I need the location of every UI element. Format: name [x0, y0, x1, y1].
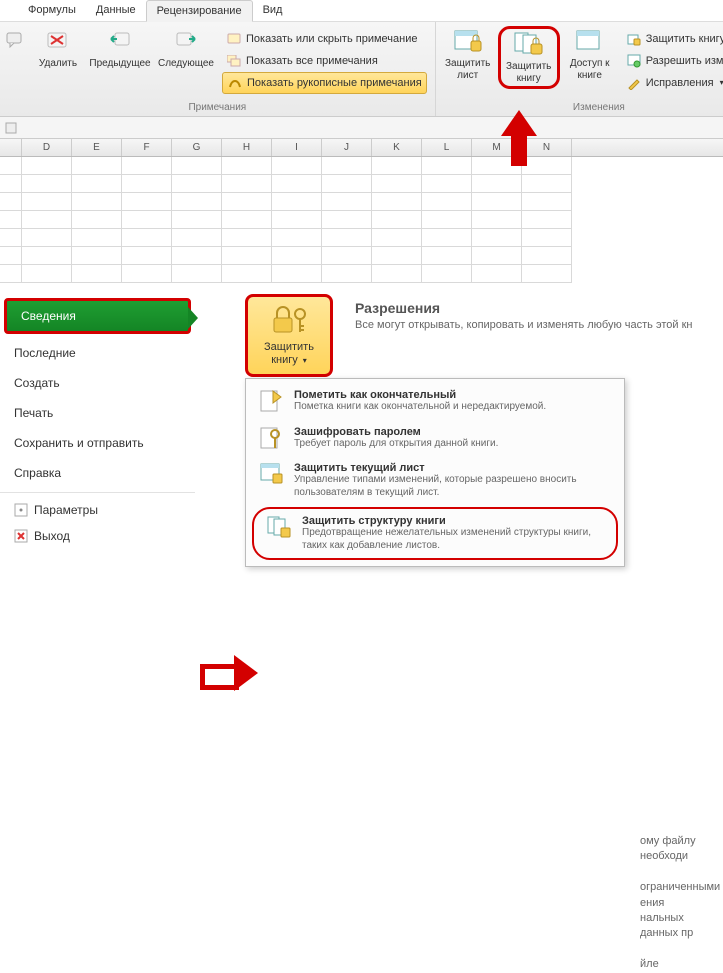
show-all-notes[interactable]: Показать все примечания: [222, 50, 382, 72]
col-header[interactable]: I: [272, 139, 322, 156]
bs-tab-info[interactable]: Сведения: [4, 298, 191, 334]
group-changes-title: Изменения: [442, 100, 723, 116]
permissions-title: Разрешения: [355, 300, 723, 316]
column-headers: D E F G H I J K L M N: [0, 139, 723, 157]
tab-formulas[interactable]: Формулы: [18, 0, 86, 21]
ribbon: Удалить Предыдущее Следующее Показать ил…: [0, 22, 723, 117]
exit-icon: [14, 529, 28, 543]
backstage: Сведения Последние Создать Печать Сохран…: [0, 294, 723, 549]
share-book-icon: [573, 28, 607, 56]
track-changes[interactable]: Исправления ▾: [622, 72, 723, 94]
label: Следующее: [158, 58, 214, 70]
pencil-icon: [626, 75, 642, 91]
label: Доступ к книге: [566, 58, 614, 81]
bs-tab-save-send[interactable]: Сохранить и отправить: [0, 428, 195, 458]
protect-sheet-button[interactable]: Защитить лист: [442, 26, 494, 83]
key-icon: [256, 426, 286, 450]
permissions-desc: Все могут открывать, копировать и изменя…: [355, 319, 723, 331]
cutoff-text: ому файлу необходи ограниченными ения на…: [640, 834, 723, 973]
show-ink-notes[interactable]: Показать рукописные примечания: [222, 72, 427, 94]
bs-tab-new[interactable]: Создать: [0, 368, 195, 398]
final-icon: [256, 389, 286, 413]
strip-icon[interactable]: [4, 121, 18, 135]
tab-data[interactable]: Данные: [86, 0, 146, 21]
label: Предыдущее: [89, 58, 150, 70]
col-header[interactable]: [0, 139, 22, 156]
col-header[interactable]: G: [172, 139, 222, 156]
menu-protect-book-structure[interactable]: Защитить структуру книгиПредотвращение н…: [252, 507, 618, 560]
col-header[interactable]: F: [122, 139, 172, 156]
col-header[interactable]: D: [22, 139, 72, 156]
backstage-main: Разрешения Все могут открывать, копирова…: [195, 294, 723, 549]
protect-book-highlight: Защитить книгу: [498, 26, 560, 89]
chevron-down-icon: ▾: [303, 356, 307, 365]
delete-icon: [41, 28, 75, 56]
allow-edit-ranges[interactable]: Разрешить измене: [622, 50, 723, 72]
notes-icon: [226, 53, 242, 69]
menu-encrypt-password[interactable]: Зашифровать паролемТребует пароль для от…: [246, 420, 624, 457]
bs-exit[interactable]: Выход: [0, 523, 195, 549]
sheet-lock-icon: [451, 28, 485, 56]
bs-tab-print[interactable]: Печать: [0, 398, 195, 428]
chevron-down-icon: ▾: [720, 78, 723, 87]
sheet-lock-icon: [256, 462, 286, 486]
label: Защитить книгу: [505, 61, 553, 84]
protect-book-button[interactable]: Защитить книгу: [503, 29, 555, 86]
next-comment-button[interactable]: Следующее: [156, 26, 216, 72]
col-header[interactable]: K: [372, 139, 422, 156]
label: Удалить: [39, 58, 77, 70]
lock-key-icon: [270, 303, 308, 337]
backstage-sidebar: Сведения Последние Создать Печать Сохран…: [0, 294, 195, 549]
ink-icon: [227, 75, 243, 91]
lock-share-icon: [626, 31, 642, 47]
tab-review[interactable]: Рецензирование: [146, 0, 253, 22]
delete-comment-button[interactable]: Удалить: [32, 26, 84, 72]
col-header[interactable]: E: [72, 139, 122, 156]
note-icon: [226, 31, 242, 47]
options-icon: [14, 503, 28, 517]
share-book-button[interactable]: Доступ к книге: [564, 26, 616, 83]
label: Защитить лист: [444, 58, 492, 81]
protect-book-tile[interactable]: Защитить книгу ▾: [245, 294, 333, 377]
menu-protect-current-sheet[interactable]: Защитить текущий листУправление типами и…: [246, 456, 624, 505]
arrow-left-icon: [103, 28, 137, 56]
new-comment-icon[interactable]: [6, 32, 28, 48]
annotation-arrow-up: [495, 110, 539, 168]
protect-book-menu: Пометить как окончательныйПометка книги …: [245, 378, 625, 567]
col-header[interactable]: L: [422, 139, 472, 156]
book-lock-icon: [512, 31, 546, 59]
ranges-icon: [626, 53, 642, 69]
arrow-right-icon: [169, 28, 203, 56]
bs-options[interactable]: Параметры: [0, 497, 195, 523]
protect-share-book[interactable]: Защитить книгу и да: [622, 28, 723, 50]
spreadsheet-grid[interactable]: D E F G H I J K L M N: [0, 139, 723, 283]
menu-mark-final[interactable]: Пометить как окончательныйПометка книги …: [246, 383, 624, 420]
prev-comment-button[interactable]: Предыдущее: [88, 26, 152, 72]
show-hide-note[interactable]: Показать или скрыть примечание: [222, 28, 421, 50]
tab-view[interactable]: Вид: [253, 0, 293, 21]
book-lock-icon: [264, 515, 294, 539]
quick-access-strip: [0, 117, 723, 139]
col-header[interactable]: J: [322, 139, 372, 156]
bs-tab-help[interactable]: Справка: [0, 458, 195, 488]
group-notes-title: Примечания: [6, 100, 429, 116]
col-header[interactable]: H: [222, 139, 272, 156]
annotation-arrow-right: [200, 655, 258, 689]
bs-tab-recent[interactable]: Последние: [0, 338, 195, 368]
ribbon-tabs: Формулы Данные Рецензирование Вид: [0, 0, 723, 22]
